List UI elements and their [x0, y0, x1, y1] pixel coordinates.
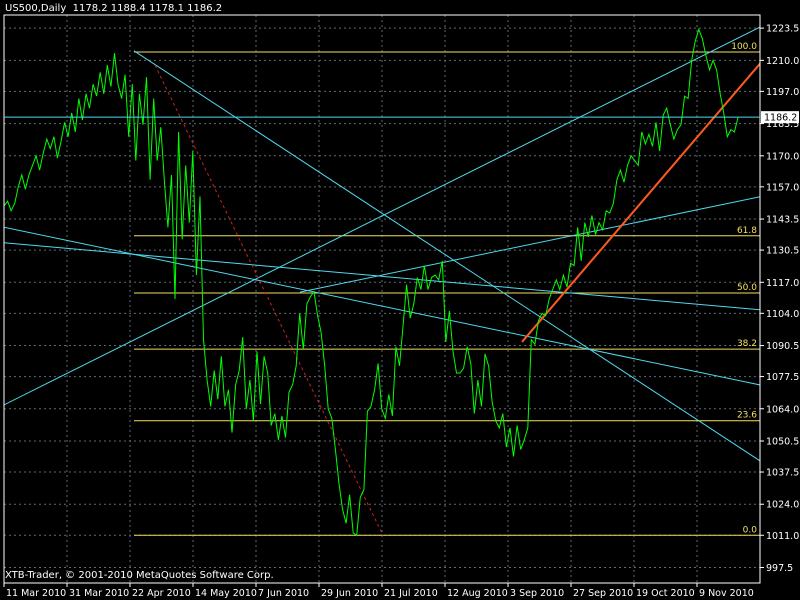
fib-level-label: 61.8 — [737, 226, 757, 236]
y-tick-label: 1210.0 — [766, 56, 799, 67]
y-tick-label: 1024.0 — [766, 500, 799, 511]
x-tick-label: 11 Mar 2010 — [6, 588, 66, 599]
ohlc-values: 1178.2 1188.4 1178.1 1186.2 — [72, 3, 223, 14]
x-tick-label: 12 Aug 2010 — [447, 588, 508, 599]
x-tick-label: 29 Jun 2010 — [321, 588, 378, 599]
x-tick-label: 31 Mar 2010 — [69, 588, 129, 599]
y-tick-label: 1064.0 — [766, 404, 799, 415]
fib-level-label: 50.0 — [737, 283, 757, 293]
x-tick-label: 9 Nov 2010 — [699, 588, 754, 599]
current-price-label: 1186.2 — [764, 113, 797, 124]
y-tick-label: 1090.5 — [766, 341, 799, 352]
copyright-text: XTB-Trader, © 2001-2010 MetaQuotes Softw… — [5, 570, 274, 581]
fib-level-label: 100.0 — [731, 42, 757, 52]
y-tick-label: 1157.0 — [766, 182, 799, 193]
fib-level-label: 23.6 — [737, 411, 757, 421]
y-tick-label: 1050.5 — [766, 437, 799, 448]
chart-header: US500,Daily 1178.2 1188.4 1178.1 1186.2 — [5, 3, 222, 14]
y-tick-label: 997.5 — [766, 563, 793, 574]
x-tick-label: 21 Jul 2010 — [384, 588, 438, 599]
x-tick-label: 19 Oct 2010 — [636, 588, 695, 599]
y-tick-label: 1077.5 — [766, 372, 799, 383]
price-chart: 100.0 61.8 50.0 38.2 23.6 0.0 1223.5 1210.0 119… — [0, 0, 800, 600]
y-tick-label: 1130.5 — [766, 246, 799, 257]
x-tick-label: 27 Sep 2010 — [573, 588, 633, 599]
chart-background — [0, 0, 800, 600]
y-tick-label: 1037.5 — [766, 468, 799, 479]
x-tick-label: 3 Sep 2010 — [510, 588, 564, 599]
y-tick-label: 1223.5 — [766, 24, 799, 35]
y-tick-label: 1143.5 — [766, 215, 799, 226]
fib-level-label: 0.0 — [743, 525, 758, 535]
y-tick-label: 1170.0 — [766, 151, 799, 162]
x-tick-label: 22 Apr 2010 — [132, 588, 191, 599]
y-tick-label: 1117.0 — [766, 278, 799, 289]
y-tick-label: 1104.0 — [766, 309, 799, 320]
y-tick-label: 1011.0 — [766, 531, 799, 542]
x-tick-label: 14 May 2010 — [195, 588, 257, 599]
fib-level-label: 38.2 — [737, 339, 757, 349]
x-tick-label: 7 Jun 2010 — [258, 588, 309, 599]
y-tick-label: 1197.0 — [766, 87, 799, 98]
symbol-label: US500,Daily — [5, 3, 67, 14]
